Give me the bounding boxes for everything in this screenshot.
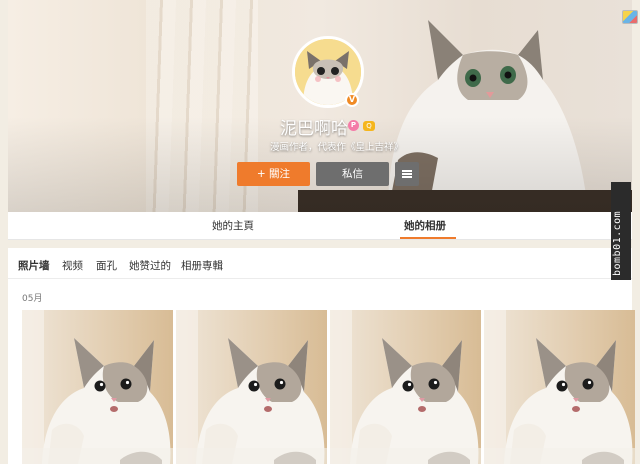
album-panel: 照片墙 视频 面孔 她赞过的 相册専輯 05月 xyxy=(8,248,635,464)
active-tab-indicator xyxy=(400,237,456,239)
subnav-liked[interactable]: 她赞过的 xyxy=(129,258,171,273)
subnav-photo-wall[interactable]: 照片墙 xyxy=(18,258,50,273)
photo-thumbnail[interactable] xyxy=(176,310,327,464)
site-watermark: bomb01.com xyxy=(611,182,631,280)
divider xyxy=(8,278,632,279)
profile-description: 漫画作者，代表作《皇上吉祥》 xyxy=(270,142,404,153)
subnav-album-collection[interactable]: 相册専輯 xyxy=(181,258,223,273)
profile-tabs: 她的主頁 她的相册 xyxy=(8,212,632,240)
subnav-video[interactable]: 视频 xyxy=(62,258,83,273)
follow-button[interactable]: + 關注 xyxy=(237,162,310,186)
photo-thumbnail[interactable] xyxy=(484,310,635,464)
tab-home[interactable]: 她的主頁 xyxy=(212,218,254,233)
verified-badge-icon: V xyxy=(345,93,359,107)
message-button[interactable]: 私信 xyxy=(316,162,389,186)
month-label: 05月 xyxy=(22,294,43,304)
profile-name: 泥巴啊哈 xyxy=(280,119,348,139)
photo-thumbnail[interactable] xyxy=(22,310,173,464)
more-menu-button[interactable] xyxy=(395,162,419,186)
photo-thumbnail[interactable] xyxy=(330,310,481,464)
watermark-text: bomb01.com xyxy=(612,210,623,276)
tab-album[interactable]: 她的相册 xyxy=(404,218,446,233)
menu-icon xyxy=(402,170,412,178)
level-badge-icon[interactable]: Q xyxy=(363,121,375,131)
photo-gallery-icon[interactable] xyxy=(622,10,638,24)
subnav-faces[interactable]: 面孔 xyxy=(96,258,117,273)
member-badge-icon[interactable]: P xyxy=(348,120,359,131)
